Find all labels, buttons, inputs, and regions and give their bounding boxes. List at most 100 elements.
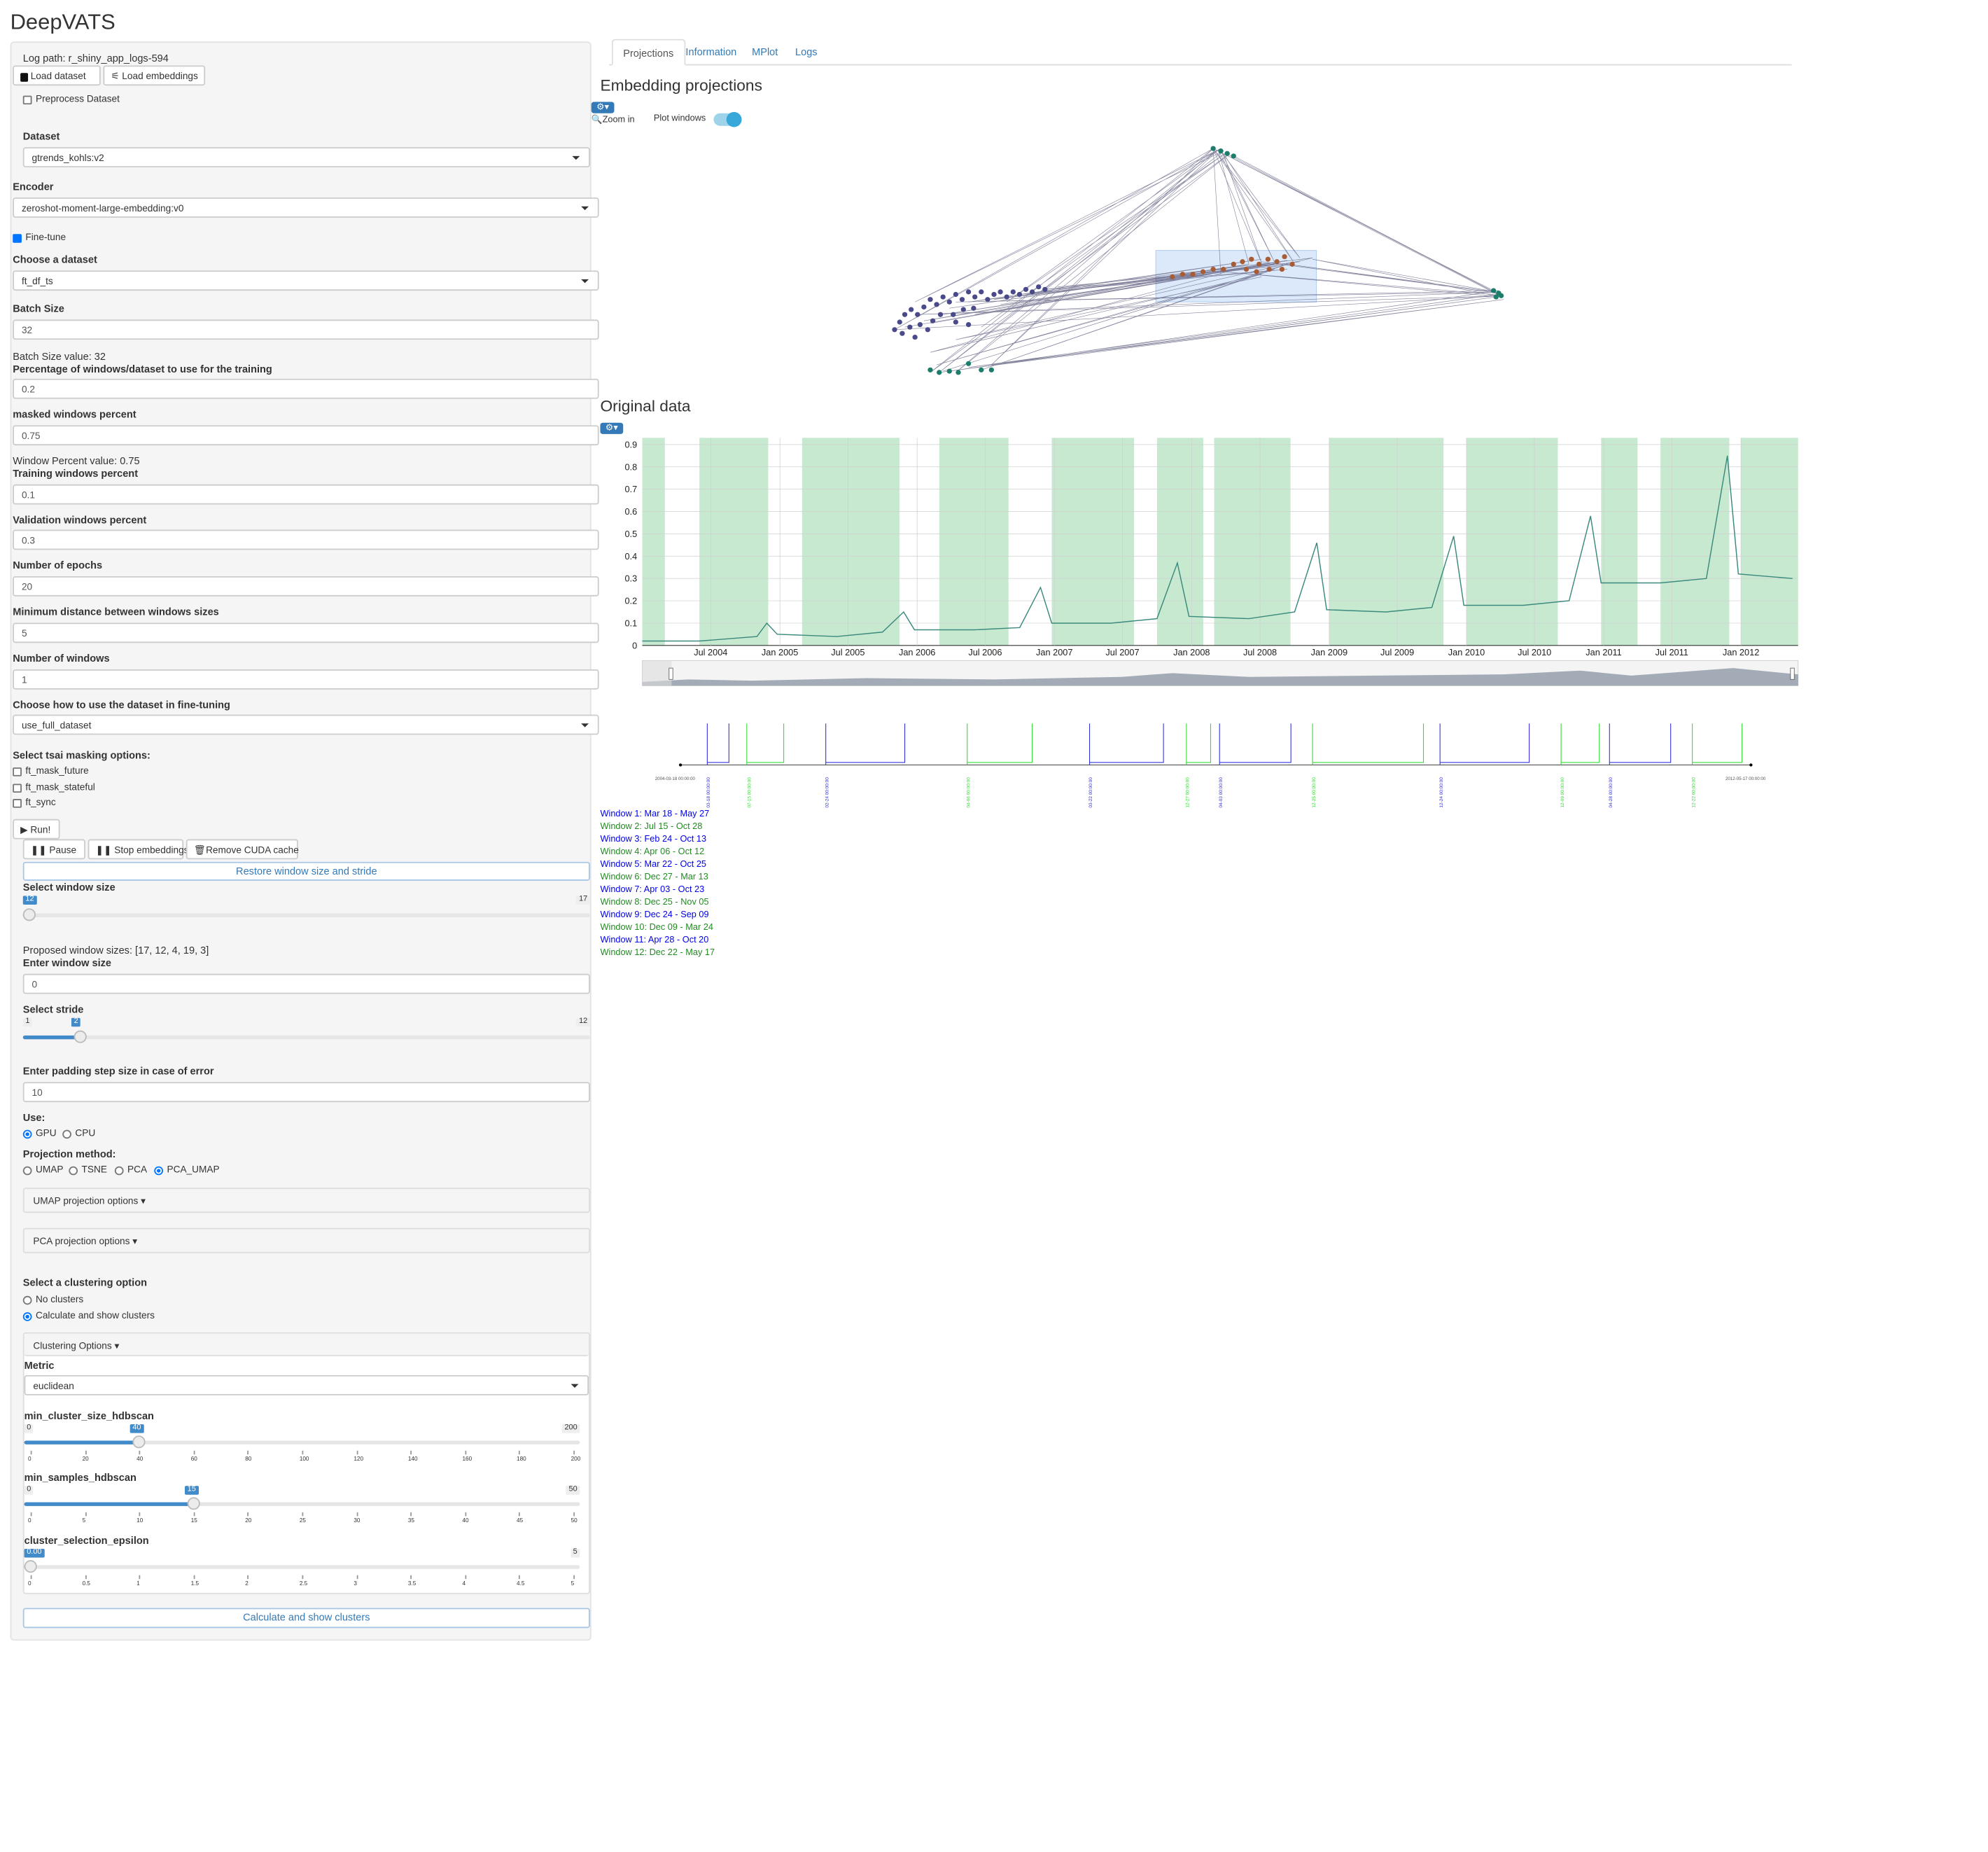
window-shading <box>642 438 1798 646</box>
x-tick-label: Jul 2011 <box>1656 648 1688 657</box>
stop-embeddings-button[interactable]: ❚❚ Stop embeddings <box>88 839 188 860</box>
encoder-select[interactable]: zeroshot-moment-large-embedding:v0 <box>13 197 599 218</box>
load-dataset-button[interactable]: Load dataset <box>13 65 101 86</box>
choose-dataset-label: Choose a dataset <box>13 253 97 266</box>
slider-tick <box>519 1512 521 1517</box>
finetune-checkbox[interactable]: Fine-tune <box>13 232 66 243</box>
clustering-label: Select a clustering option <box>22 1276 148 1289</box>
embedding-scatter[interactable] <box>879 139 1516 384</box>
slider-handle[interactable] <box>24 1560 37 1573</box>
projection-pca-radio[interactable]: PCA <box>114 1164 147 1175</box>
projection-tsne-radio[interactable]: TSNE <box>69 1164 107 1175</box>
tab-projections[interactable]: Projections <box>611 39 685 66</box>
epsilon-slider[interactable]: 0.00 5 0 0.5 1 1.5 2 2.5 3 3.5 4 4.5 5 <box>24 1548 580 1587</box>
choose-dataset-select[interactable]: ft_df_ts <box>13 270 599 291</box>
svg-text:12-25 00:00:00: 12-25 00:00:00 <box>1312 777 1317 808</box>
y-tick-label: 0.2 <box>625 597 638 606</box>
tab-logs[interactable]: Logs <box>785 39 827 66</box>
window-list-item: Window 3: Feb 24 - Oct 13 <box>600 835 707 844</box>
window-list-item: Window 5: Mar 22 - Oct 25 <box>600 861 707 870</box>
svg-text:04-28 00:00:00: 04-28 00:00:00 <box>1609 777 1614 808</box>
validation-label: Validation windows percent <box>13 514 147 527</box>
slider-tick <box>410 1450 412 1455</box>
min-samples-slider[interactable]: 0 15 50 0 5 10 15 20 25 30 35 40 45 50 <box>24 1486 580 1524</box>
slider-tick-label: 5 <box>82 1517 86 1524</box>
slider-tick <box>247 1512 249 1517</box>
no-clusters-radio[interactable]: No clusters <box>22 1293 84 1304</box>
window-list-item: Window 4: Apr 06 - Oct 12 <box>600 848 705 857</box>
switch-knob <box>726 111 742 127</box>
y-tick-label: 0.6 <box>625 507 638 517</box>
umap-options-toggle[interactable]: UMAP projection options ▾ <box>22 1188 590 1213</box>
range-handle-left[interactable] <box>668 667 673 680</box>
slider-tick-label: 20 <box>245 1517 252 1524</box>
projection-pca-umap-radio[interactable]: PCA_UMAP <box>154 1164 220 1175</box>
dataset-select[interactable]: gtrends_kohls:v2 <box>22 147 590 167</box>
tsai-option-mask-stateful[interactable]: ft_mask_stateful <box>13 781 95 793</box>
metric-label: Metric <box>24 1360 55 1372</box>
zoom-in-toggle[interactable]: 🔍Zoom in <box>592 115 635 125</box>
pca-options-toggle[interactable]: PCA projection options ▾ <box>22 1227 590 1253</box>
selection-brush[interactable] <box>1155 250 1317 302</box>
remove-cuda-button[interactable]: 🗑Remove CUDA cache <box>186 839 299 860</box>
load-embeddings-button[interactable]: ⚟ Load embeddings <box>103 65 206 86</box>
pct-windows-input[interactable]: 0.2 <box>13 378 599 399</box>
min-dist-input[interactable]: 5 <box>13 622 599 643</box>
padding-input[interactable]: 10 <box>22 1082 590 1103</box>
x-tick-label: Jul 2006 <box>968 648 1002 657</box>
x-tick-label: Jan 2011 <box>1586 648 1621 657</box>
preprocess-checkbox[interactable]: Preprocess Dataset <box>22 93 120 104</box>
slider-handle[interactable] <box>22 908 36 921</box>
slider-handle[interactable] <box>132 1435 146 1449</box>
calculate-clusters-radio[interactable]: Calculate and show clusters <box>22 1310 155 1321</box>
pause-button[interactable]: ❚❚ Pause <box>22 839 85 860</box>
metric-select[interactable]: euclidean <box>24 1375 589 1395</box>
masked-input[interactable]: 0.75 <box>13 425 599 446</box>
stride-slider[interactable]: 1 2 12 <box>22 1017 590 1046</box>
x-tick-label: Jan 2009 <box>1311 648 1348 657</box>
range-handle-right[interactable] <box>1790 667 1795 680</box>
slider-tick-label: 3 <box>354 1580 357 1587</box>
slider-tick <box>30 1575 32 1580</box>
enter-window-input[interactable]: 0 <box>22 973 590 994</box>
slider-tick-label: 50 <box>570 1517 578 1524</box>
slider-tick <box>356 1450 358 1455</box>
epochs-input[interactable]: 20 <box>13 576 599 597</box>
slider-tick <box>30 1450 32 1455</box>
svg-text:02-24 00:00:00: 02-24 00:00:00 <box>825 777 830 808</box>
original-data-chart[interactable]: 0 0.1 0.2 0.3 0.4 0.5 0.6 0.7 0.8 0.9 Jul 2004 Jan… <box>612 428 1809 692</box>
use-gpu-radio[interactable]: GPU <box>22 1127 57 1139</box>
window-list-item: Window 11: Apr 28 - Oct 20 <box>600 935 709 945</box>
slider-tick-label: 40 <box>136 1456 144 1462</box>
window-size-slider[interactable]: 12 17 <box>22 896 590 924</box>
range-selector[interactable] <box>642 660 1799 686</box>
slider-handle[interactable] <box>74 1030 87 1043</box>
plot-windows-switch[interactable] <box>713 111 742 127</box>
slider-handle[interactable] <box>187 1497 200 1510</box>
y-tick-label: 0.9 <box>625 440 638 450</box>
tsai-option-mask-future[interactable]: ft_mask_future <box>13 765 89 777</box>
slider-tick <box>193 1450 195 1455</box>
projection-umap-radio[interactable]: UMAP <box>22 1164 63 1175</box>
gear-icon[interactable]: ⚙▾ <box>591 102 615 113</box>
training-input[interactable]: 0.1 <box>13 484 599 505</box>
calculate-clusters-button[interactable]: Calculate and show clusters <box>22 1608 590 1629</box>
tsai-option-sync[interactable]: ft_sync <box>13 796 56 808</box>
clustering-options-toggle[interactable]: Clustering Options ▾ <box>24 1333 589 1357</box>
batch-size-input[interactable]: 32 <box>13 319 599 340</box>
sidebar-panel: Log path: r_shiny_app_logs-594 Load data… <box>10 41 599 1641</box>
tab-information[interactable]: Information <box>676 39 747 66</box>
use-cpu-radio[interactable]: CPU <box>62 1127 95 1139</box>
num-windows-input[interactable]: 1 <box>13 669 599 690</box>
min-cluster-slider[interactable]: 0 40 200 0 20 40 60 80 100 120 140 160 180 200 <box>24 1424 580 1462</box>
svg-text:12-22 00:00:00: 12-22 00:00:00 <box>1691 777 1696 808</box>
projection-label: Projection method: <box>22 1148 116 1160</box>
validation-input[interactable]: 0.3 <box>13 529 599 550</box>
window-list-item: Window 7: Apr 03 - Oct 23 <box>600 886 705 895</box>
usage-select[interactable]: use_full_dataset <box>13 714 599 735</box>
run-button[interactable]: ▶ Run! <box>13 819 60 840</box>
restore-window-button[interactable]: Restore window size and stride <box>22 861 590 881</box>
window-shade-band <box>1466 438 1558 646</box>
tab-mplot[interactable]: MPlot <box>742 39 788 66</box>
slider-value: 2 <box>71 1017 81 1027</box>
